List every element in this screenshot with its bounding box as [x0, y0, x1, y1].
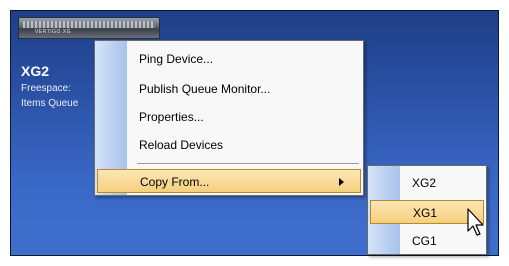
arrow-pointer-icon — [467, 208, 484, 236]
menu-item-label: Reload Devices — [139, 138, 224, 152]
chevron-right-icon — [339, 178, 344, 186]
submenu-item-label: CG1 — [412, 234, 437, 248]
submenu-item-label: XG2 — [412, 176, 437, 190]
menu-item-reload-devices[interactable]: Reload Devices — [95, 132, 363, 158]
menu-item-ping-device[interactable]: Ping Device... — [95, 46, 363, 72]
menu-item-properties[interactable]: Properties... — [95, 104, 363, 130]
device-brand-label: VERTIGO XG — [35, 29, 72, 35]
context-menu: Ping Device... Publish Queue Monitor... … — [94, 40, 364, 196]
menu-item-label: Publish Queue Monitor... — [139, 82, 271, 96]
submenu-item-label: XG1 — [413, 206, 438, 220]
device-items-queue-label: Items Queue — [21, 98, 79, 109]
menu-item-label: Copy From... — [140, 175, 210, 189]
menu-item-label: Ping Device... — [139, 52, 214, 66]
device-slots — [23, 21, 155, 28]
submenu-item-xg2[interactable]: XG2 — [368, 170, 486, 196]
device-freespace-label: Freespace: — [21, 83, 72, 94]
menu-item-label: Properties... — [139, 110, 204, 124]
menu-item-publish-queue-monitor[interactable]: Publish Queue Monitor... — [95, 76, 363, 102]
menu-item-copy-from[interactable]: Copy From... — [97, 169, 361, 193]
menu-separator — [137, 163, 359, 165]
device-icon[interactable]: VERTIGO XG — [18, 17, 160, 39]
device-name: XG2 — [21, 63, 50, 79]
